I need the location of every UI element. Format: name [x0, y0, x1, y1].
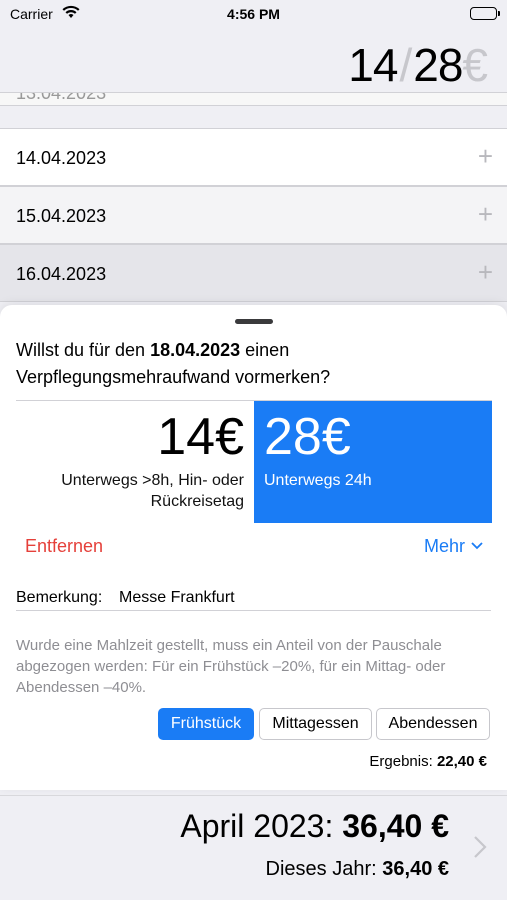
question-date: 18.04.2023: [150, 340, 241, 360]
dinner-toggle[interactable]: Abendessen: [376, 708, 490, 740]
chevron-right-icon[interactable]: [473, 834, 487, 866]
option-28-button[interactable]: 28€ Unterwegs 24h: [254, 401, 492, 523]
option-14-amount: 14€: [157, 408, 244, 466]
allowance-options: 14€ Unterwegs >8h, Hin- oder Rückreiseta…: [16, 400, 492, 523]
allowance-sheet: Willst du für den 18.04.2023 einen Verpf…: [0, 305, 507, 790]
list-item-date: 14.04.2023: [16, 148, 107, 168]
remark-row: Bemerkung: Messe Frankfurt: [16, 585, 491, 611]
option-14-description: Unterwegs >8h, Hin- oder Rückreisetag: [61, 472, 244, 510]
add-icon[interactable]: +: [478, 199, 493, 230]
question-prefix: Willst du für den: [16, 340, 151, 360]
add-icon[interactable]: +: [478, 141, 493, 172]
sheet-question: Willst du für den 18.04.2023 einen Verpf…: [16, 337, 486, 391]
summary-bar[interactable]: April 2023: 36,40 € Dieses Jahr: 36,40 €: [0, 795, 507, 900]
clock: 4:56 PM: [227, 6, 280, 22]
result-value: 22,40 €: [436, 753, 487, 770]
remark-label: Bemerkung:: [16, 589, 103, 606]
month-label: April 2023:: [180, 808, 334, 844]
remark-input[interactable]: Messe Frankfurt: [119, 589, 235, 607]
option-14-button[interactable]: 14€ Unterwegs >8h, Hin- oder Rückreiseta…: [16, 401, 254, 523]
more-label: Mehr: [423, 536, 465, 556]
month-value: 36,40 €: [342, 808, 449, 844]
list-item-date: 16.04.2023: [16, 264, 107, 284]
option-28-description: Unterwegs 24h: [264, 472, 372, 489]
header-total: 14/28€: [348, 38, 488, 92]
status-bar: Carrier 4:56 PM: [0, 0, 507, 28]
header-currency: €: [462, 39, 488, 91]
add-icon[interactable]: +: [478, 257, 493, 288]
month-total: April 2023: 36,40 €: [180, 808, 449, 845]
list-item[interactable]: 15.04.2023 +: [0, 186, 507, 244]
result-label: Ergebnis:: [369, 753, 433, 770]
remove-button[interactable]: Entfernen: [25, 536, 103, 557]
list-item-date: 15.04.2023: [16, 206, 107, 226]
list-item[interactable]: 14.04.2023 +: [0, 128, 507, 186]
option-28-amount: 28€: [264, 408, 351, 466]
header-separator: /: [399, 39, 412, 91]
more-button[interactable]: Mehr: [424, 536, 483, 557]
list-item[interactable]: 16.04.2023 +: [0, 244, 507, 302]
year-total: Dieses Jahr: 36,40 €: [266, 858, 449, 881]
header-amount-a: 14: [348, 39, 398, 91]
list-item[interactable]: 13.04.2023: [0, 92, 507, 106]
lunch-toggle[interactable]: Mittagessen: [259, 708, 372, 740]
year-label: Dieses Jahr:: [265, 858, 377, 880]
meal-deduction-hint: Wurde eine Mahlzeit gestellt, muss ein A…: [16, 637, 446, 696]
breakfast-toggle[interactable]: Frühstück: [158, 708, 254, 740]
chevron-down-icon: [471, 539, 483, 553]
year-value: 36,40 €: [382, 858, 449, 880]
header-amount-b: 28: [413, 39, 463, 91]
battery-icon: [470, 7, 500, 20]
result-text: Ergebnis: 22,40 €: [369, 753, 487, 770]
sheet-grabber[interactable]: [235, 319, 273, 324]
list-item-date: 13.04.2023: [16, 92, 107, 103]
